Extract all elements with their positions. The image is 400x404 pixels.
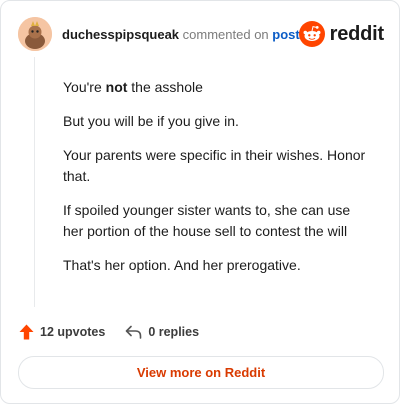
comment-paragraph: That's her option. And her prerogative. — [63, 257, 301, 273]
embedded-comment-card: duchesspipsqueak commented on post reddi… — [0, 0, 400, 404]
upvotes-stat[interactable]: 12 upvotes — [19, 324, 105, 340]
reddit-wordmark: reddit — [329, 22, 385, 45]
post-link[interactable]: post — [272, 27, 299, 42]
comment-paragraph: If spoiled younger sister wants to, she … — [63, 202, 351, 239]
comment-header: duchesspipsqueak commented on post reddi… — [18, 17, 384, 51]
comment-footer: 12 upvotes 0 replies — [19, 321, 199, 343]
username-link[interactable]: duchesspipsqueak — [62, 27, 179, 42]
comment-body: You're not the asshole But you will be i… — [63, 77, 373, 289]
upvotes-label: 12 upvotes — [40, 325, 106, 339]
comment-paragraph: Your parents were specific in their wish… — [63, 147, 366, 184]
action-text: commented on — [182, 27, 269, 42]
comment-paragraph: But you will be if you give in. — [63, 113, 239, 129]
view-more-button[interactable]: View more on Reddit — [18, 356, 384, 389]
replies-stat[interactable]: 0 replies — [125, 325, 199, 339]
upvote-arrow-icon — [19, 324, 34, 340]
comment-paragraph: You're not the asshole — [63, 79, 203, 95]
thread-line — [34, 57, 35, 307]
reddit-snoo-icon — [298, 21, 325, 47]
reply-arrow-icon — [126, 325, 142, 339]
replies-label: 0 replies — [148, 325, 200, 339]
avatar[interactable] — [18, 17, 52, 51]
comment-meta: duchesspipsqueak commented on post — [62, 27, 300, 42]
reddit-logo[interactable]: reddit — [298, 21, 385, 47]
